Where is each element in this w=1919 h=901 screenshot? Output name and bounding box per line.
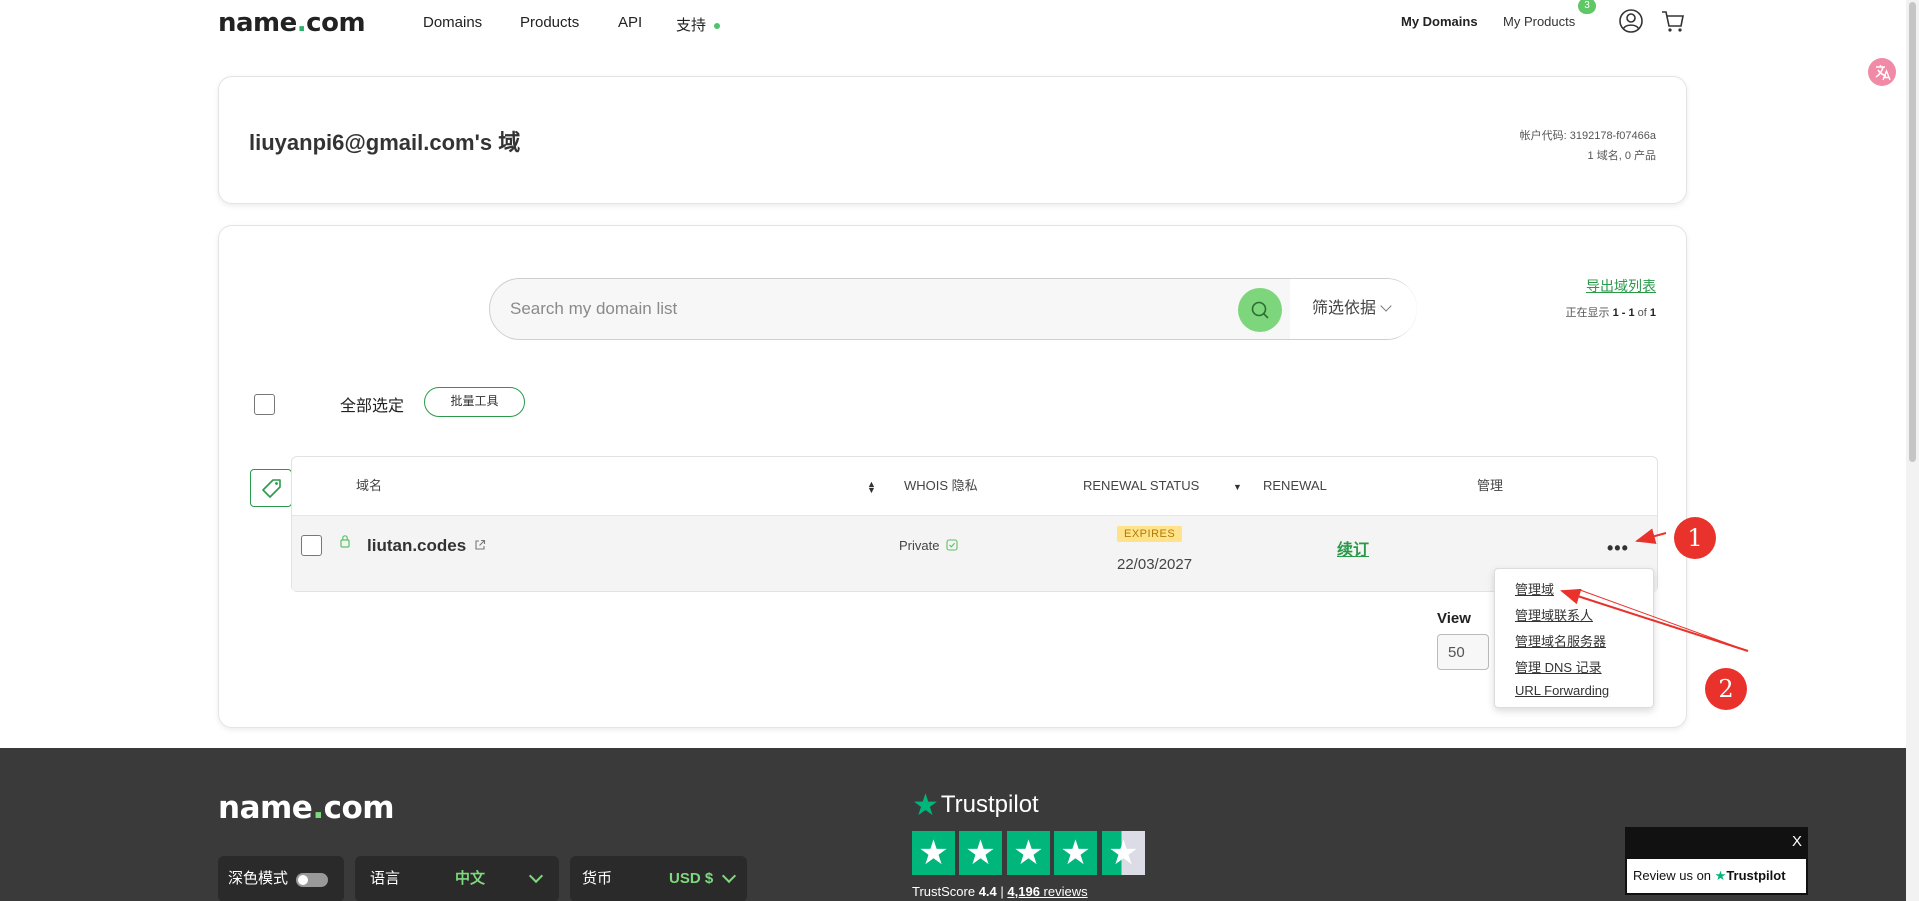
sort-icon[interactable]: ▲ ▼	[867, 480, 876, 495]
language-selector[interactable]: 语言 中文	[355, 856, 559, 901]
column-header-domain[interactable]: 域名	[356, 457, 382, 515]
trustpilot-rating-stars: ★ ★ ★ ★ ★	[912, 831, 1145, 875]
tag-icon	[262, 479, 281, 498]
domain-table: 域名 ▲ ▼ WHOIS 隐私 RENEWAL STATUS ▼ RENEWAL …	[291, 456, 1658, 592]
select-all-label: 全部选定	[340, 398, 405, 415]
products-count-badge: 3	[1578, 0, 1596, 14]
trustpilot-star-icon: ★	[1714, 868, 1727, 883]
column-header-renewal: RENEWAL	[1263, 478, 1327, 493]
account-title: liuyanpi6@gmail.com's 域	[249, 130, 521, 155]
account-card: liuyanpi6@gmail.com's 域 帐户代码: 3192178-f0…	[218, 76, 1687, 204]
external-link-icon[interactable]	[474, 538, 486, 556]
search-button[interactable]	[1238, 288, 1282, 332]
domain-search-bar: 筛选依据	[489, 278, 1417, 340]
dark-mode-control: 深色模式	[218, 856, 344, 901]
top-header: name.com Domains Products API 支持 My Doma…	[0, 0, 1900, 50]
menu-item-manage-dns[interactable]: 管理 DNS 记录	[1515, 657, 1602, 676]
domain-name-link[interactable]: liutan.codes	[367, 536, 466, 556]
user-circle-icon[interactable]	[1618, 8, 1644, 34]
nav-domains[interactable]: Domains	[423, 14, 482, 31]
currency-value: USD $	[669, 870, 714, 887]
search-icon	[1251, 301, 1269, 319]
chevron-down-icon	[1380, 300, 1392, 312]
translate-icon[interactable]	[1868, 58, 1896, 86]
trustscore-text: TrustScore 4.4 | 4,196 reviews	[912, 884, 1088, 899]
star-icon: ★	[912, 831, 955, 875]
currency-selector[interactable]: 货币 USD $	[570, 856, 747, 901]
shield-check-icon	[946, 538, 958, 556]
review-us-button[interactable]: Review us on ★Trustpilot	[1625, 857, 1808, 895]
language-value: 中文	[455, 870, 486, 887]
bulk-tools-button[interactable]: 批量工具	[424, 387, 525, 417]
my-products-link[interactable]: My Products	[1503, 14, 1575, 29]
language-label: 语言	[370, 870, 401, 887]
view-label: View	[1437, 610, 1471, 627]
dark-mode-label: 深色模式	[228, 870, 289, 887]
export-domain-list-link[interactable]: 导出域列表	[1586, 276, 1656, 296]
star-icon: ★	[959, 831, 1002, 875]
partial-star-icon: ★	[1102, 831, 1145, 875]
footer: name.com 深色模式 语言 中文 货币 USD $ ★Trustpilot…	[0, 748, 1906, 901]
menu-item-manage-domain[interactable]: 管理域	[1515, 579, 1554, 598]
currency-label: 货币	[582, 870, 613, 887]
annotation-marker-2: 2	[1705, 668, 1747, 710]
account-code: 帐户代码: 3192178-f07466a	[1519, 130, 1656, 142]
trustpilot-heading[interactable]: ★Trustpilot	[912, 788, 1039, 823]
lock-icon	[339, 534, 351, 553]
renew-link[interactable]: 续订	[1337, 536, 1369, 560]
search-input[interactable]	[510, 279, 1210, 339]
cart-icon[interactable]	[1660, 8, 1686, 34]
column-header-renewal-status[interactable]: RENEWAL STATUS	[1083, 457, 1199, 515]
account-summary: 1 域名, 0 产品	[1587, 150, 1656, 162]
online-status-dot	[714, 23, 721, 30]
menu-item-url-forwarding[interactable]: URL Forwarding	[1515, 683, 1609, 698]
close-widget-button[interactable]: X	[1792, 833, 1802, 850]
manage-dropdown-menu: 管理域 管理域联系人 管理域名服务器 管理 DNS 记录 URL Forward…	[1494, 568, 1654, 708]
menu-item-manage-nameservers[interactable]: 管理域名服务器	[1515, 631, 1606, 650]
row-checkbox[interactable]	[301, 535, 322, 556]
brand-logo[interactable]: name.com	[218, 8, 366, 38]
nav-api[interactable]: API	[618, 14, 642, 31]
more-actions-button[interactable]: •••	[1607, 538, 1629, 559]
showing-count: 正在显示 1 - 1 of 1	[1565, 307, 1657, 319]
filter-label: 筛选依据	[1312, 300, 1377, 317]
reviews-link[interactable]: 4,196 reviews	[1007, 884, 1087, 899]
nav-products[interactable]: Products	[520, 14, 579, 31]
chevron-down-icon	[528, 868, 544, 884]
footer-logo[interactable]: name.com	[218, 790, 395, 826]
chevron-down-icon	[721, 868, 737, 884]
trustpilot-review-widget: X Review us on ★Trustpilot	[1625, 827, 1808, 896]
status-badge: EXPIRES	[1117, 526, 1183, 542]
review-widget-bar: X	[1625, 827, 1808, 857]
column-header-whois[interactable]: WHOIS 隐私	[904, 457, 978, 515]
column-header-manage: 管理	[1477, 478, 1504, 493]
trustpilot-star-icon: ★	[912, 789, 939, 822]
select-all-checkbox[interactable]	[254, 394, 275, 415]
scrollbar-thumb[interactable]	[1909, 2, 1916, 462]
menu-item-manage-contacts[interactable]: 管理域联系人	[1515, 605, 1593, 624]
dark-mode-toggle[interactable]	[296, 873, 328, 887]
tag-button[interactable]	[250, 469, 292, 507]
annotation-marker-1: 1	[1674, 517, 1716, 559]
nav-support[interactable]: 支持	[676, 14, 721, 35]
whois-status: Private	[899, 538, 940, 553]
filter-by-dropdown[interactable]: 筛选依据	[1290, 279, 1417, 339]
my-domains-link[interactable]: My Domains	[1401, 14, 1478, 29]
star-icon: ★	[1007, 831, 1050, 875]
nav-support-label: 支持	[676, 17, 707, 34]
page-size-select[interactable]: 50	[1437, 634, 1489, 670]
table-row: liutan.codes Private EXPIRES 22/03/2027 …	[292, 515, 1657, 591]
expiry-date: 22/03/2027	[1117, 556, 1193, 573]
star-icon: ★	[1054, 831, 1097, 875]
caret-down-icon[interactable]: ▼	[1233, 483, 1242, 492]
domain-list-card: 筛选依据 导出域列表 正在显示 1 - 1 of 1 全部选定 批量工具 域名 …	[218, 225, 1687, 728]
